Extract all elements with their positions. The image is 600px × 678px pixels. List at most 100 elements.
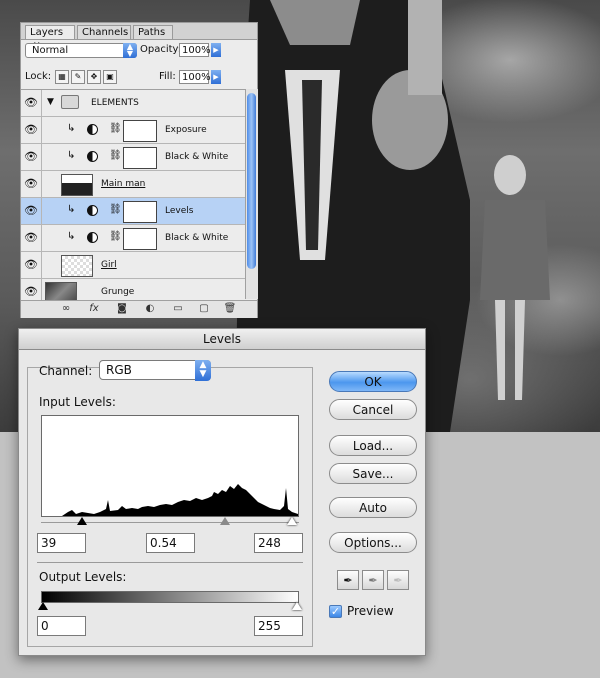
output-white-field[interactable]: 255 [254,616,303,636]
blend-mode-select[interactable]: Normal ▲ ▼ [25,43,137,58]
layers-list: 👁 ▼ ELEMENTS 👁 ↳ ⛓ Exposure 👁 ↳ ⛓ Black … [21,89,245,300]
fill-field[interactable]: 100% [179,70,211,84]
layer-mask-thumbnail[interactable] [123,201,157,223]
lock-position-icon[interactable]: ✥ [87,70,101,84]
layer-black-white-1[interactable]: 👁 ↳ ⛓ Black & White [21,144,245,171]
input-black-slider[interactable] [77,517,87,525]
new-layer-icon[interactable]: ▢ [197,303,211,315]
auto-button[interactable]: Auto [329,497,417,518]
adjustment-layer-icon [87,205,98,216]
layer-main-man[interactable]: 👁 Main man [21,171,245,198]
tab-layers-label: Layers [30,27,64,38]
histogram-bars [42,484,298,516]
disclosure-triangle-icon[interactable]: ▼ [47,97,54,107]
scrollbar-thumb[interactable] [247,93,256,269]
save-button[interactable]: Save... [329,463,417,484]
output-black-slider[interactable] [38,602,48,610]
layer-grunge[interactable]: 👁 Grunge [21,279,245,300]
layer-name: Exposure [165,125,207,135]
opacity-label: Opacity: [140,44,182,55]
layer-name: Black & White [165,152,229,162]
output-white-slider[interactable] [292,602,302,610]
layer-options: Normal ▲ ▼ Opacity: 100% ▶ Lock: ▦ ✎ ✥ ▣ … [21,39,257,89]
layer-name: Black & White [165,233,229,243]
cancel-button[interactable]: Cancel [329,399,417,420]
channel-select[interactable]: RGB ▲ ▼ [99,360,211,381]
layer-thumbnail[interactable] [45,282,77,300]
lock-transparency-icon[interactable]: ▦ [55,70,69,84]
chain-link-icon: ⛓ [109,123,122,134]
chevron-updown-icon: ▲ ▼ [195,360,211,381]
input-gamma-field[interactable]: 0.54 [146,533,195,553]
layer-levels[interactable]: 👁 ↳ ⛓ Levels [21,198,245,225]
output-black-field[interactable]: 0 [37,616,86,636]
tab-channels[interactable]: Channels [77,25,131,39]
lock-label: Lock: [25,71,52,82]
gray-eyedropper-icon[interactable]: ✒ [362,570,384,590]
load-button[interactable]: Load... [329,435,417,456]
tab-paths[interactable]: Paths [133,25,173,39]
eye-icon[interactable]: 👁 [21,171,42,197]
eye-icon[interactable]: 👁 [21,90,42,116]
lock-all-icon[interactable]: ▣ [103,70,117,84]
preview-checkbox[interactable]: ✓ [329,605,342,618]
adjustment-layer-icon [87,151,98,162]
fill-slider-arrow-icon[interactable]: ▶ [211,70,221,84]
link-icon[interactable]: ∞ [59,303,73,315]
eye-icon[interactable]: 👁 [21,279,42,300]
chain-link-icon: ⛓ [109,204,122,215]
input-white-field[interactable]: 248 [254,533,303,553]
eye-icon[interactable]: 👁 [21,225,42,251]
input-gamma-slider[interactable] [220,517,230,525]
opacity-slider-arrow-icon[interactable]: ▶ [211,43,221,57]
layer-mask-thumbnail[interactable] [123,147,157,169]
opacity-field[interactable]: 100% [179,43,211,57]
histogram [41,415,299,517]
adjustment-icon[interactable]: ◐ [143,303,157,315]
eye-icon[interactable]: 👁 [21,252,42,278]
levels-dialog: Levels Channel: RGB ▲ ▼ Input Levels: 39 … [18,328,426,656]
tab-channels-label: Channels [82,27,129,38]
fill-label: Fill: [159,71,176,82]
layer-name: Girl [101,260,117,270]
adjustment-layer-icon [87,232,98,243]
black-eyedropper-icon[interactable]: ✒ [337,570,359,590]
dialog-title: Levels [19,329,425,350]
input-black-field[interactable]: 39 [37,533,86,553]
ok-button[interactable]: OK [329,371,417,392]
layers-footer-toolbar: ∞ fx ◙ ◐ ▭ ▢ 🗑 [21,300,257,318]
layer-exposure[interactable]: 👁 ↳ ⛓ Exposure [21,117,245,144]
output-gradient-bar [41,591,299,603]
layer-mask-thumbnail[interactable] [123,120,157,142]
mask-icon[interactable]: ◙ [115,303,129,315]
preview-label: Preview [347,604,394,618]
folder-icon[interactable]: ▭ [171,303,185,315]
clip-arrow-icon: ↳ [67,231,76,242]
layer-thumbnail[interactable] [61,255,93,277]
lock-image-icon[interactable]: ✎ [71,70,85,84]
eye-icon[interactable]: 👁 [21,117,42,143]
tab-layers[interactable]: Layers ✕ [25,25,75,51]
eye-icon[interactable]: 👁 [21,198,42,224]
clip-arrow-icon: ↳ [67,150,76,161]
layer-name: Levels [165,206,194,216]
fx-icon[interactable]: fx [87,303,101,315]
tab-paths-label: Paths [138,27,166,38]
adjustment-layer-icon [87,124,98,135]
layer-black-white-2[interactable]: 👁 ↳ ⛓ Black & White [21,225,245,252]
layer-group-elements[interactable]: 👁 ▼ ELEMENTS [21,90,245,117]
layer-mask-thumbnail[interactable] [123,228,157,250]
divider [37,562,303,563]
layer-girl[interactable]: 👁 Girl [21,252,245,279]
input-white-slider[interactable] [287,517,297,525]
options-button[interactable]: Options... [329,532,417,553]
blend-mode-value: Normal [32,45,69,56]
channel-value: RGB [106,363,132,377]
eye-icon[interactable]: 👁 [21,144,42,170]
trash-icon[interactable]: 🗑 [223,303,237,315]
layers-scrollbar[interactable] [245,89,258,299]
layers-panel: Layers ✕ Channels Paths Normal ▲▼ Opacit… [20,22,258,318]
layer-thumbnail[interactable] [61,174,93,196]
layer-name: ELEMENTS [91,98,139,108]
white-eyedropper-icon[interactable]: ✒ [387,570,409,590]
